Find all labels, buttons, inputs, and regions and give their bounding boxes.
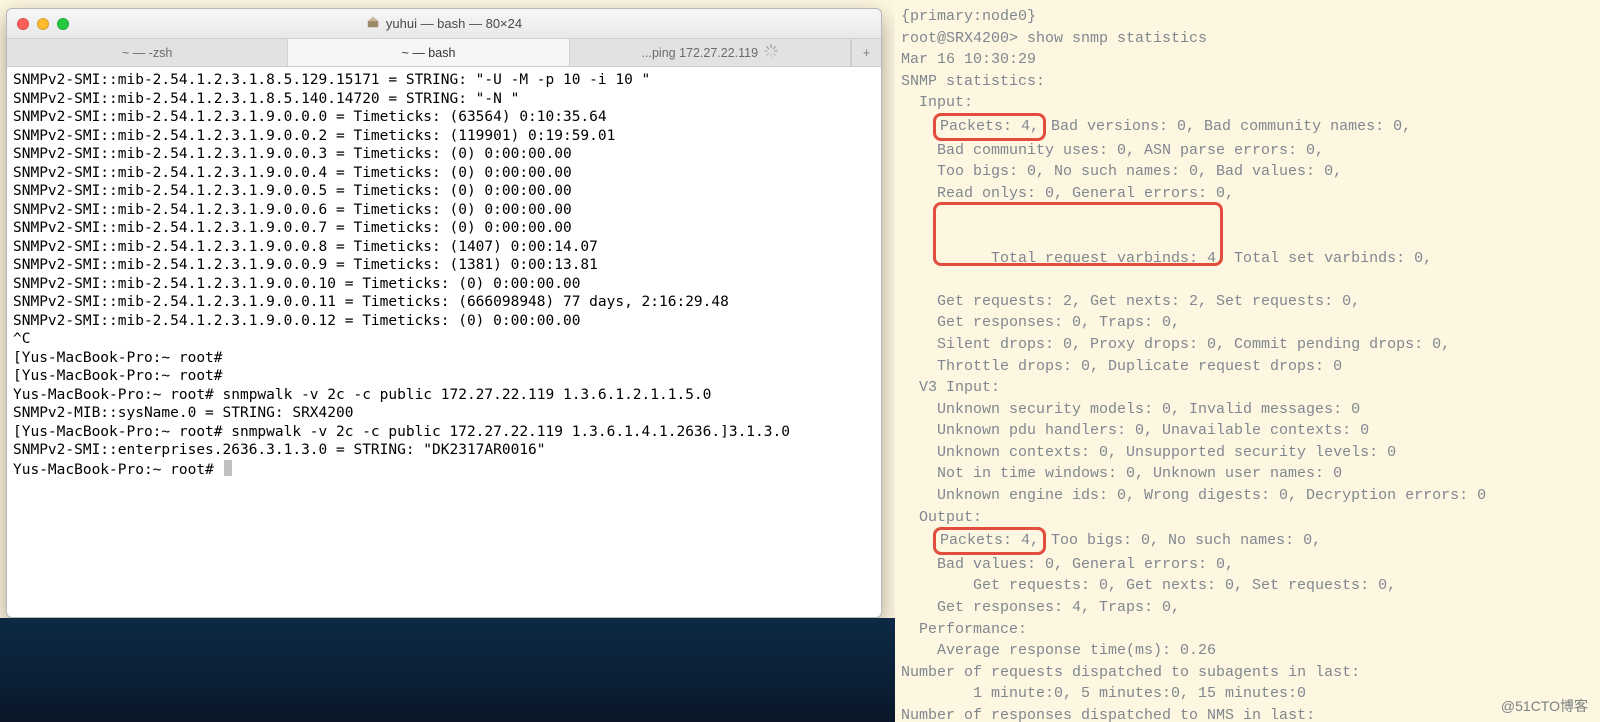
desktop-background — [0, 618, 895, 722]
stat-text: Silent drops: 0, Proxy drops: 0, Commit … — [901, 334, 1592, 356]
input-section-label: Input: — [901, 92, 1592, 114]
window-title: yuhui — bash — 80×24 — [7, 15, 881, 32]
stat-text: Unknown engine ids: 0, Wrong digests: 0,… — [901, 485, 1592, 507]
stat-text: Average response time(ms): 0.26 — [901, 640, 1592, 662]
tab-ping[interactable]: ...ping 172.27.22.119 — [570, 39, 851, 66]
stat-text: Too bigs: 0, No such names: 0, Bad value… — [901, 161, 1592, 183]
stat-text: Set requests: 0, — [1207, 293, 1360, 310]
home-icon — [366, 15, 380, 32]
stat-text: Not in time windows: 0, Unknown user nam… — [901, 463, 1592, 485]
stat-text: Number of responses dispatched to NMS in… — [901, 705, 1592, 722]
stat-text: Bad versions: 0, Bad community names: 0, — [1042, 118, 1411, 135]
stat-text: Too bigs: 0, No such names: 0, — [1042, 532, 1321, 549]
terminal-output: SNMPv2-SMI::mib-2.54.1.2.3.1.8.5.129.151… — [13, 71, 875, 479]
stat-text: 1 minute:0, 5 minutes:0, 15 minutes:0 — [901, 683, 1592, 705]
spinner-icon — [764, 44, 778, 61]
stat-text: Total request varbinds: 4, To — [991, 250, 1252, 267]
tab-zsh[interactable]: ~ — -zsh — [7, 39, 288, 66]
stat-text: Unknown security models: 0, Invalid mess… — [901, 399, 1592, 421]
performance-section-label: Performance: — [901, 619, 1592, 641]
stat-text: Bad values: 0, General errors: 0, — [901, 554, 1592, 576]
input-packets-line: Packets: 4, Bad versions: 0, Bad communi… — [901, 114, 1592, 140]
stat-text: Unknown contexts: 0, Unsupported securit… — [901, 442, 1592, 464]
snmp-output: {primary:node0} root@SRX4200> show snmp … — [901, 6, 1592, 722]
highlight-output-packets: Packets: 4, — [933, 527, 1046, 555]
terminal-body[interactable]: SNMPv2-SMI::mib-2.54.1.2.3.1.8.5.129.151… — [7, 67, 881, 617]
routing-context: {primary:node0} — [901, 6, 1592, 28]
stat-text: Read onlys: 0, General errors: 0, — [901, 183, 1592, 205]
timestamp: Mar 16 10:30:29 — [901, 49, 1592, 71]
cli-prompt-line: root@SRX4200> show snmp statistics — [901, 28, 1592, 50]
tab-bash[interactable]: ~ — bash — [288, 39, 569, 66]
tab-label: ~ — -zsh — [122, 46, 172, 60]
cursor-icon — [224, 460, 232, 476]
stat-text: tal set varbinds: 0, — [1252, 250, 1432, 267]
terminal-window: yuhui — bash — 80×24 ~ — -zsh ~ — bash .… — [6, 8, 882, 618]
stat-text: Bad community uses: 0, ASN parse errors:… — [901, 140, 1592, 162]
stat-text: Get responses: 4, Traps: 0, — [901, 597, 1592, 619]
tab-label: ...ping 172.27.22.119 — [642, 46, 759, 60]
window-title-text: yuhui — bash — 80×24 — [386, 16, 522, 31]
stat-text: Get requests: 2, Get nexts: 2, — [937, 293, 1207, 310]
get-requests-line: Get requests: 2, Get nexts: 2, Set reque… — [901, 291, 1592, 313]
cli-prompt: root@SRX4200> — [901, 30, 1027, 47]
stat-text: Number of requests dispatched to subagen… — [901, 662, 1592, 684]
stat-text: Get responses: 0, Traps: 0, — [901, 312, 1592, 334]
plus-icon: + — [863, 46, 870, 60]
watermark: @51CTO博客 — [1501, 696, 1588, 716]
titlebar: yuhui — bash — 80×24 — [7, 9, 881, 39]
stat-text: Get requests: 0, Get nexts: 0, Set reque… — [901, 575, 1592, 597]
tab-label: ~ — bash — [402, 46, 456, 60]
new-tab-button[interactable]: + — [851, 39, 881, 66]
output-section-label: Output: — [901, 507, 1592, 529]
output-packets-line: Packets: 4, Too bigs: 0, No such names: … — [901, 528, 1592, 554]
cli-command: show snmp statistics — [1027, 30, 1207, 47]
gets-block: Total request varbinds: 4, Total set var… — [901, 204, 1592, 290]
tab-bar: ~ — -zsh ~ — bash ...ping 172.27.22.119 … — [7, 39, 881, 67]
stats-header: SNMP statistics: — [901, 71, 1592, 93]
stat-text: Throttle drops: 0, Duplicate request dro… — [901, 356, 1592, 378]
snmp-stats-panel: {primary:node0} root@SRX4200> show snmp … — [895, 0, 1600, 722]
stat-text: Unknown pdu handlers: 0, Unavailable con… — [901, 420, 1592, 442]
highlight-input-packets: Packets: 4, — [933, 113, 1046, 141]
v3-section-label: V3 Input: — [901, 377, 1592, 399]
